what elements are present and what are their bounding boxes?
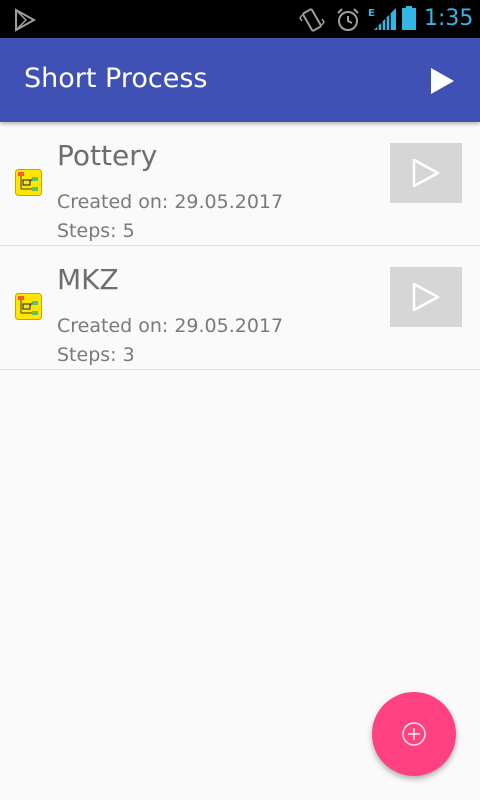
run-all-button[interactable] — [416, 54, 468, 106]
add-process-button[interactable] — [372, 692, 456, 776]
list-item[interactable]: MKZ Created on: 29.05.2017 Steps: 3 — [0, 246, 480, 370]
process-steps: Steps: 3 — [57, 342, 135, 368]
network-type-label: E — [368, 8, 375, 19]
process-flow-icon — [15, 293, 42, 320]
app-bar: Short Process — [0, 38, 480, 122]
battery-icon — [401, 5, 417, 31]
steps-count: 5 — [122, 220, 135, 242]
created-label: Created on: — [57, 315, 169, 337]
process-name: Pottery — [57, 139, 158, 172]
run-process-button[interactable] — [390, 267, 462, 327]
process-created: Created on: 29.05.2017 — [57, 313, 283, 339]
play-store-icon — [12, 7, 38, 33]
play-icon — [412, 282, 440, 312]
steps-label: Steps: — [57, 344, 117, 366]
process-name: MKZ — [57, 263, 119, 296]
play-icon — [431, 68, 454, 94]
process-created: Created on: 29.05.2017 — [57, 189, 283, 215]
play-icon — [412, 158, 440, 188]
vibrate-icon — [298, 6, 326, 34]
created-date: 29.05.2017 — [174, 191, 284, 213]
process-list: Pottery Created on: 29.05.2017 Steps: 5 MK… — [0, 122, 480, 370]
process-flow-icon — [15, 169, 42, 196]
status-bar: E 1:35 — [0, 0, 480, 38]
add-circle-icon — [402, 722, 426, 746]
steps-count: 3 — [122, 344, 135, 366]
steps-label: Steps: — [57, 220, 117, 242]
run-process-button[interactable] — [390, 143, 462, 203]
signal-icon: E — [368, 6, 398, 32]
process-steps: Steps: 5 — [57, 218, 135, 244]
status-clock: 1:35 — [424, 6, 474, 31]
alarm-icon — [334, 6, 362, 34]
page-title: Short Process — [24, 63, 208, 94]
created-date: 29.05.2017 — [174, 315, 284, 337]
created-label: Created on: — [57, 191, 169, 213]
list-item[interactable]: Pottery Created on: 29.05.2017 Steps: 5 — [0, 122, 480, 246]
